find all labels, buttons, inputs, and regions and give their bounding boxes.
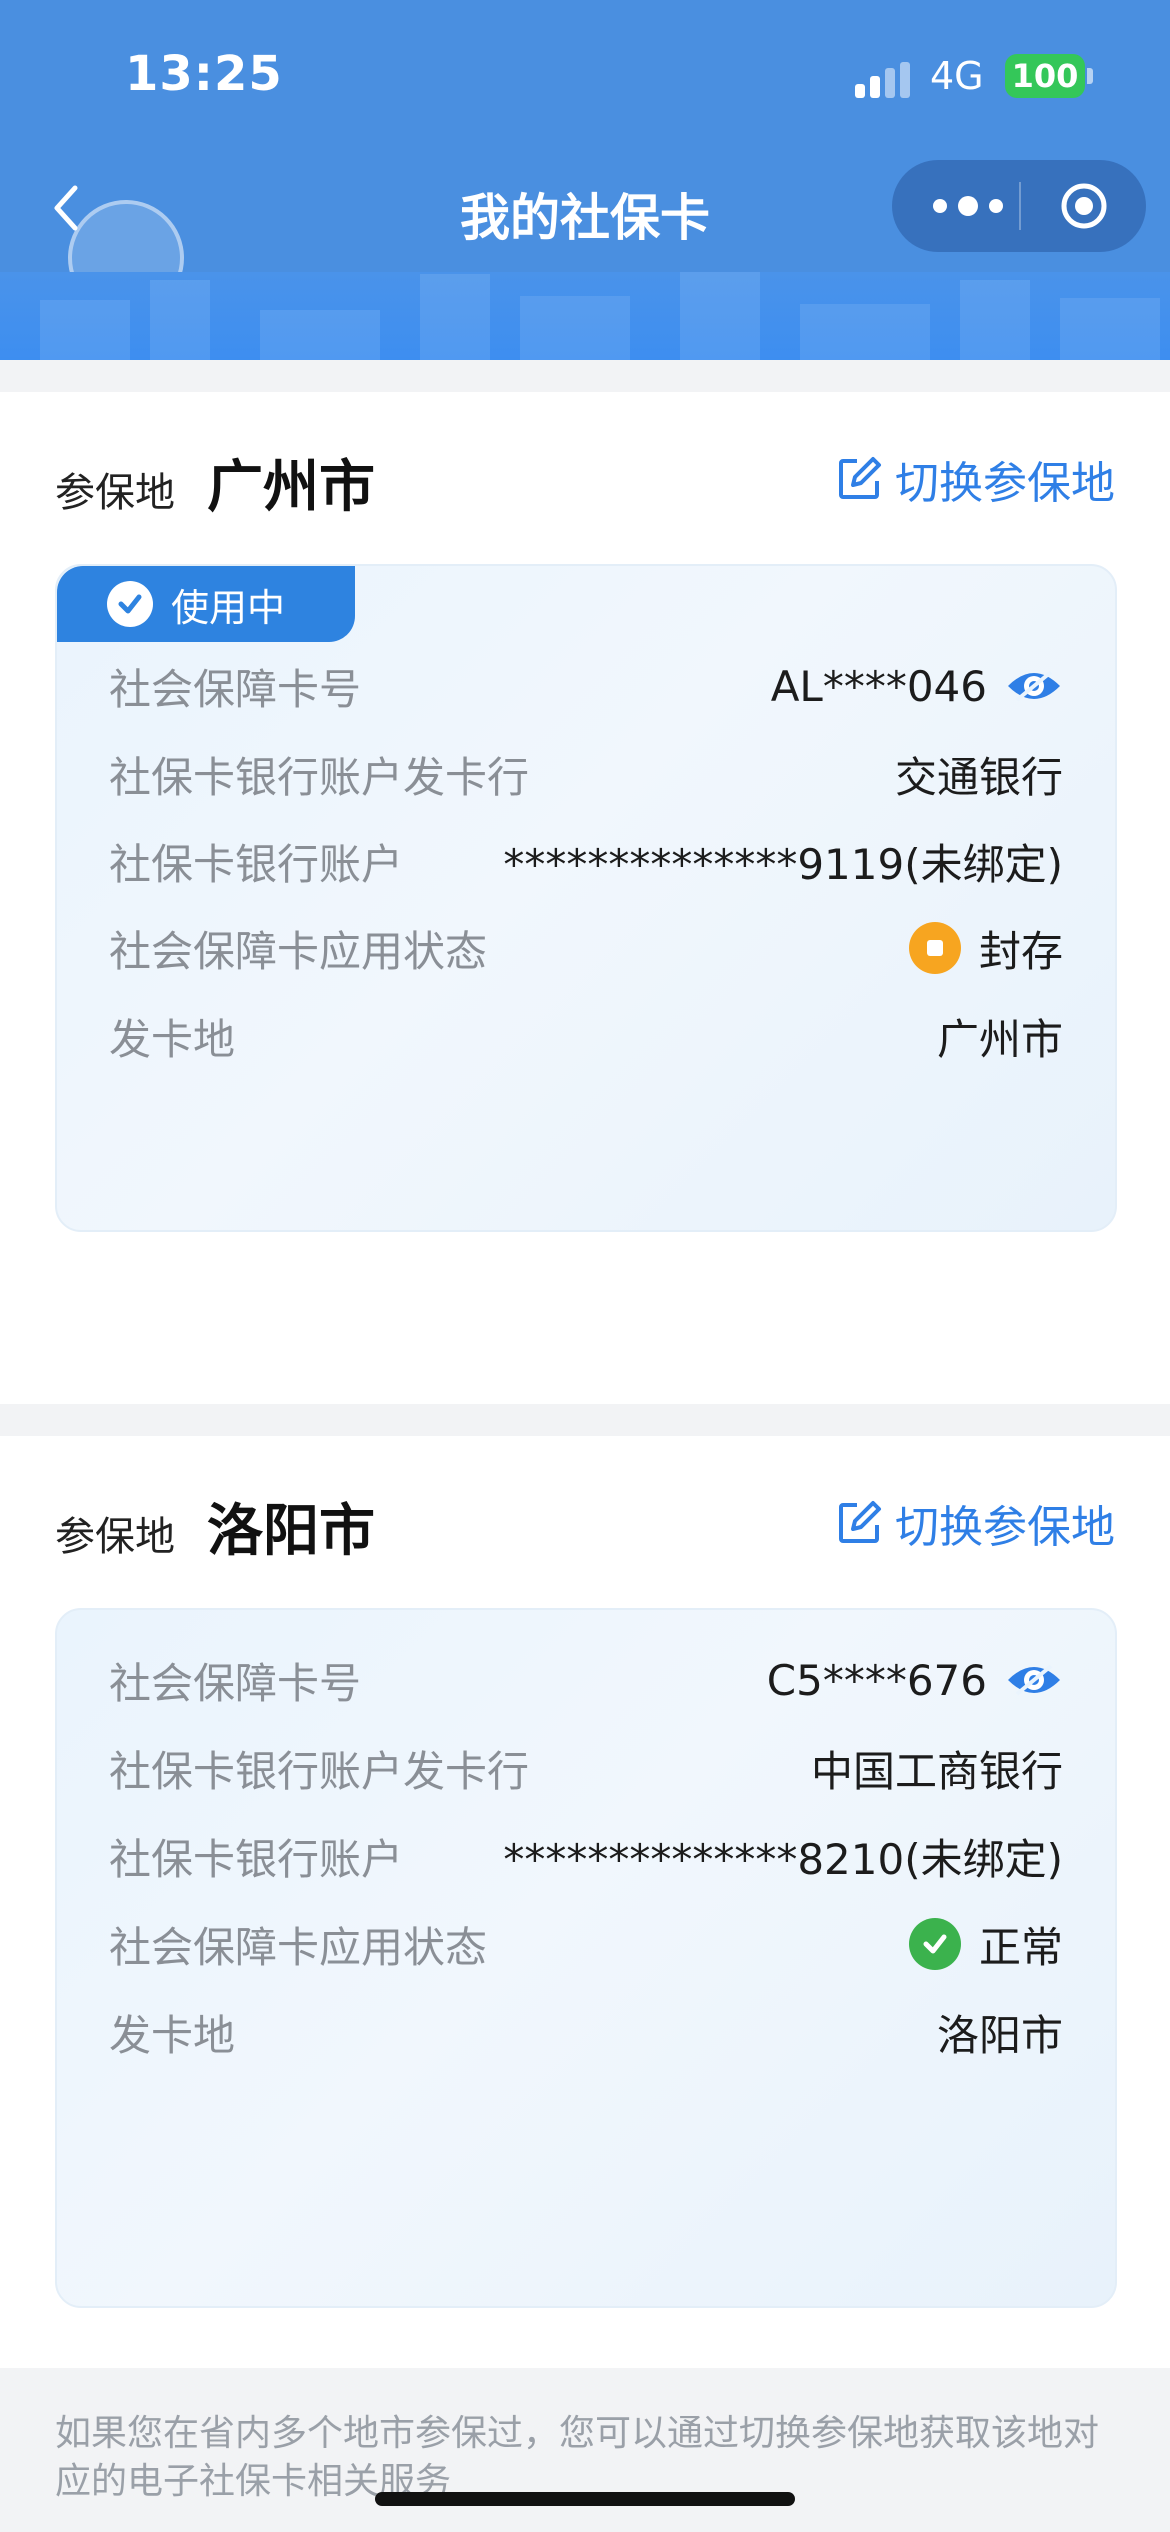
account-value: **************9119(未绑定) bbox=[503, 839, 1063, 889]
capsule-divider bbox=[1019, 182, 1021, 230]
mini-program-capsule bbox=[892, 160, 1146, 252]
location-row: 参保地 洛阳市 bbox=[55, 1486, 375, 1567]
card-number-label: 社会保障卡号 bbox=[109, 1658, 362, 1708]
location-row: 参保地 广州市 bbox=[55, 442, 375, 523]
check-circle-icon bbox=[908, 1918, 961, 1970]
edit-icon bbox=[839, 1501, 881, 1543]
card-number-value-wrap: AL****046 bbox=[771, 662, 1063, 711]
bank-value: 交通银行 bbox=[894, 752, 1063, 802]
battery-tip bbox=[1087, 68, 1093, 84]
status-label: 社会保障卡应用状态 bbox=[109, 1922, 488, 1972]
eye-icon[interactable] bbox=[1005, 1660, 1063, 1700]
switch-location-button[interactable]: 切换参保地 bbox=[835, 1491, 1115, 1555]
bank-row: 社保卡银行账户发卡行 中国工商银行 bbox=[109, 1738, 1063, 1798]
account-row: 社保卡银行账户 **************8210(未绑定) bbox=[109, 1826, 1063, 1886]
issue-row: 发卡地 洛阳市 bbox=[109, 2002, 1063, 2062]
more-icon[interactable] bbox=[928, 186, 1008, 226]
eye-icon[interactable] bbox=[1005, 666, 1063, 706]
bank-row: 社保卡银行账户发卡行 交通银行 bbox=[109, 744, 1063, 804]
status-time: 13:25 bbox=[125, 46, 283, 102]
insurance-section-2: 参保地 洛阳市 切换参保地 社会保障卡号 C5****676 社保卡银行账户发卡… bbox=[0, 1436, 1170, 2368]
issue-label: 发卡地 bbox=[109, 2010, 236, 2060]
bank-value: 中国工商银行 bbox=[810, 1746, 1063, 1796]
social-card: 使用中 社会保障卡号 AL****046 社保卡银行账户发卡行 交通银行 社保卡… bbox=[55, 564, 1117, 1232]
issue-value: 洛阳市 bbox=[936, 2010, 1063, 2060]
badge-label: 使用中 bbox=[171, 585, 286, 630]
location-city: 洛阳市 bbox=[207, 1499, 375, 1564]
account-row: 社保卡银行账户 **************9119(未绑定) bbox=[109, 831, 1063, 891]
account-label: 社保卡银行账户 bbox=[109, 839, 404, 889]
in-use-badge: 使用中 bbox=[57, 566, 355, 642]
card-number-value-wrap: C5****676 bbox=[767, 1656, 1063, 1705]
status-value-wrap: 正常 bbox=[908, 1914, 1063, 1975]
switch-location-button[interactable]: 切换参保地 bbox=[835, 447, 1115, 511]
card-number-label: 社会保障卡号 bbox=[109, 664, 362, 714]
status-value: 封存 bbox=[978, 926, 1063, 976]
network-type: 4G bbox=[930, 54, 984, 98]
card-number-value: AL****046 bbox=[770, 661, 987, 711]
edit-icon bbox=[839, 457, 881, 499]
status-row: 社会保障卡应用状态 正常 bbox=[109, 1914, 1063, 1974]
location-label: 参保地 bbox=[55, 1514, 175, 1560]
status-row: 社会保障卡应用状态 封存 bbox=[109, 918, 1063, 978]
card-number-row: 社会保障卡号 C5****676 bbox=[109, 1650, 1063, 1710]
insurance-section-1: 参保地 广州市 切换参保地 使用中 社会保障卡号 AL****046 社保卡银行… bbox=[0, 392, 1170, 1404]
issue-value: 广州市 bbox=[936, 1014, 1063, 1064]
home-indicator bbox=[375, 2492, 795, 2506]
status-value-wrap: 封存 bbox=[908, 918, 1063, 979]
account-value: **************8210(未绑定) bbox=[503, 1834, 1063, 1884]
header: 13:25 4G 100 我的社保卡 bbox=[0, 0, 1170, 360]
close-miniprogram-icon[interactable] bbox=[1060, 182, 1108, 230]
signal-icon bbox=[855, 62, 911, 98]
check-icon bbox=[107, 581, 153, 627]
issue-row: 发卡地 广州市 bbox=[109, 1006, 1063, 1066]
status-label: 社会保障卡应用状态 bbox=[109, 926, 488, 976]
social-card: 社会保障卡号 C5****676 社保卡银行账户发卡行 中国工商银行 社保卡银行… bbox=[55, 1608, 1117, 2308]
bank-label: 社保卡银行账户发卡行 bbox=[109, 1746, 530, 1796]
battery-icon: 100 bbox=[1005, 54, 1085, 98]
account-label: 社保卡银行账户 bbox=[109, 1834, 404, 1884]
card-number-row: 社会保障卡号 AL****046 bbox=[109, 656, 1063, 716]
location-city: 广州市 bbox=[207, 455, 375, 520]
bank-label: 社保卡银行账户发卡行 bbox=[109, 752, 530, 802]
switch-location-label: 切换参保地 bbox=[895, 1502, 1115, 1553]
sealed-icon bbox=[908, 922, 961, 974]
location-label: 参保地 bbox=[55, 470, 175, 516]
city-banner bbox=[0, 272, 1170, 360]
switch-location-label: 切换参保地 bbox=[895, 458, 1115, 509]
issue-label: 发卡地 bbox=[109, 1014, 236, 1064]
status-value: 正常 bbox=[978, 1922, 1063, 1972]
card-number-value: C5****676 bbox=[766, 1655, 987, 1705]
